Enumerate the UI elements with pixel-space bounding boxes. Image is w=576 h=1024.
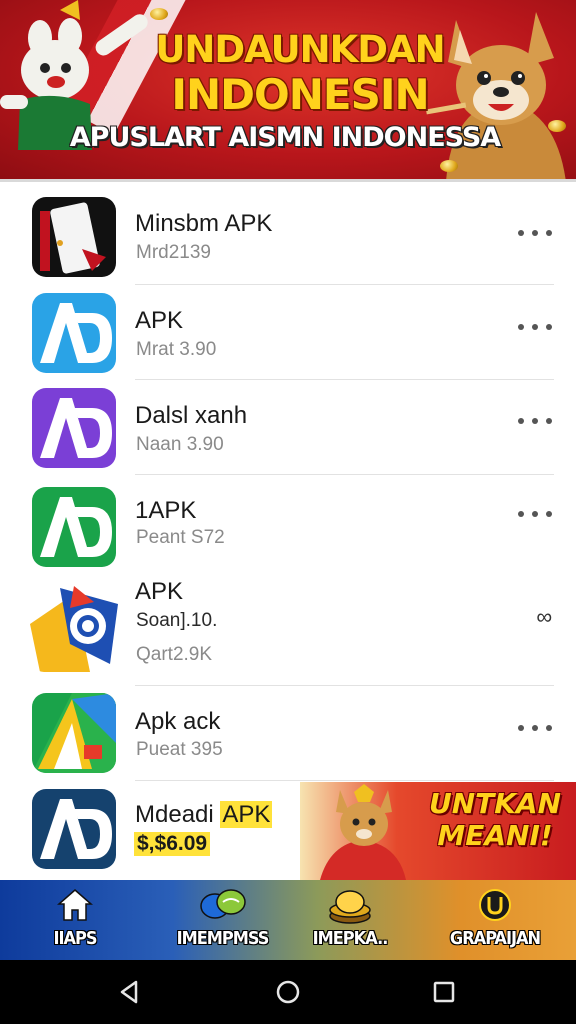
system-navigation-bar xyxy=(0,960,576,1024)
nav-label: GRAPAIJAN xyxy=(449,928,541,949)
coin-decoration xyxy=(548,120,566,132)
app-meta: Pueat 395 xyxy=(136,739,223,760)
more-options-button[interactable] xyxy=(518,218,552,248)
link-icon[interactable]: ∞ xyxy=(536,604,552,630)
app-list-item[interactable]: 1APK Peant S72 xyxy=(0,475,576,570)
promo-banner[interactable]: UNTKAN MEANI! xyxy=(300,782,576,880)
u-badge-icon xyxy=(479,889,511,921)
app-meta: Mrat 3.90 xyxy=(136,339,217,360)
more-options-button[interactable] xyxy=(518,499,552,529)
back-icon[interactable] xyxy=(114,976,146,1008)
promo-text: UNTKAN MEANI! xyxy=(410,788,576,852)
app-list-item[interactable]: APK Mrat 3.90 xyxy=(0,285,576,380)
app-name: Mdeadi APK xyxy=(135,801,273,829)
coin-stack-icon xyxy=(329,890,371,924)
blue-ad-app-icon xyxy=(32,293,116,373)
green-yellow-triangle-app-icon xyxy=(32,693,116,773)
coin-decoration xyxy=(150,8,168,20)
purple-ad-app-icon xyxy=(32,388,116,468)
banner-title-line1: UNDAUNKDAN xyxy=(155,28,445,71)
apk-highlight-badge: APK xyxy=(220,801,273,828)
nav-label: IIAPS xyxy=(53,928,97,949)
recents-icon[interactable] xyxy=(428,976,460,1008)
app-name: Apk ack xyxy=(135,708,221,735)
app-list-item[interactable]: Mdeadi APK xyxy=(0,781,300,876)
nav-item-messages[interactable]: IMEMPMSS xyxy=(165,880,280,960)
app-name: APK xyxy=(135,578,184,605)
more-options-button[interactable] xyxy=(518,312,552,342)
price-highlight-badge: $,$6.09 xyxy=(134,832,211,856)
promo-line2: MEANI! xyxy=(437,819,553,852)
app-list-item[interactable]: APK Soan].10. Qart2.9K ∞ xyxy=(0,570,576,686)
nav-label: IMEPKA.. xyxy=(312,928,389,949)
yellow-blue-o-app-icon xyxy=(30,584,118,672)
app-list-item[interactable]: Dalsl xanh Naan 3.90 xyxy=(0,380,576,475)
app-list-item[interactable]: Apk ack Pueat 395 xyxy=(0,686,576,781)
app-name-prefix: Mdeadi xyxy=(135,801,214,828)
hero-banner[interactable]: UNDAUNKDAN INDONESIN APUSLART AISMN INDO… xyxy=(0,0,576,182)
app-meta: Peant S72 xyxy=(136,527,225,548)
app-name: Dalsl xanh xyxy=(135,402,248,429)
home-circle-icon[interactable] xyxy=(272,976,304,1008)
bottom-navigation: IIAPS IMEMPMSS IMEPKA.. GRAPAIJAN xyxy=(0,880,576,960)
navy-ad-app-icon xyxy=(32,789,116,869)
nav-label: IMEMPMSS xyxy=(176,928,270,949)
green-ad-app-icon xyxy=(32,487,116,567)
app-meta-secondary: Qart2.9K xyxy=(136,644,213,665)
app-meta: Naan 3.90 xyxy=(136,434,224,455)
nav-item-grapaijan[interactable]: GRAPAIJAN xyxy=(440,880,550,960)
banner-subtitle: APUSLART AISMN INDONESSA xyxy=(69,122,501,153)
more-options-button[interactable] xyxy=(518,713,552,743)
app-meta: Soan].10. xyxy=(136,610,218,631)
chat-bubbles-icon xyxy=(199,889,246,919)
app-name: Minsbm APK xyxy=(135,210,273,237)
app-name: APK xyxy=(135,307,184,334)
banner-title-line2: INDONESIN xyxy=(171,70,429,119)
promo-line1: UNTKAN xyxy=(428,787,562,820)
nav-item-apps[interactable]: IIAPS xyxy=(30,880,120,960)
coin-decoration xyxy=(440,160,458,172)
app-name: 1APK xyxy=(135,497,197,524)
black-red-tablet-app-icon xyxy=(32,197,116,277)
app-meta: Mrd2139 xyxy=(136,242,211,263)
more-options-button[interactable] xyxy=(518,406,552,436)
mascot-promo-illustration xyxy=(320,784,406,880)
nav-item-mepka[interactable]: IMEPKA.. xyxy=(300,880,400,960)
home-icon xyxy=(57,889,93,921)
app-list-item[interactable]: Minsbm APK Mrd2139 xyxy=(0,190,576,285)
